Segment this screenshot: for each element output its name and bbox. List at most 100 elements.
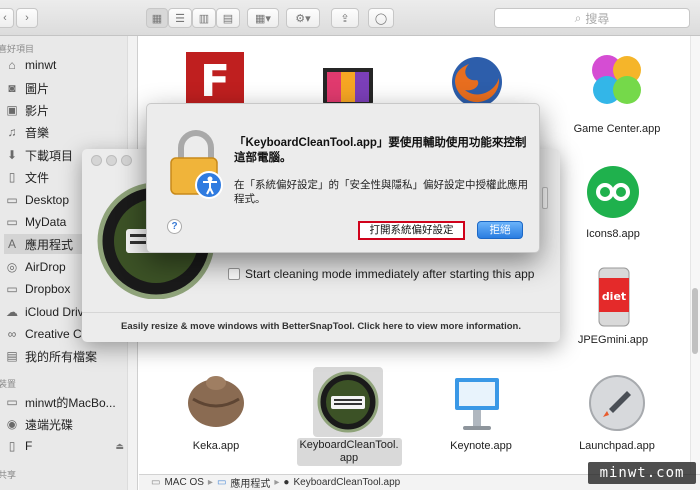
sidebar-item-label: Dropbox [25, 282, 71, 296]
app-label-keyboard-clean: KeyboardCleanTool. [299, 439, 399, 451]
jpegmini-icon[interactable]: diet [595, 264, 633, 330]
path-item-applications[interactable]: 應用程式 [230, 475, 270, 490]
launchpad-icon[interactable] [587, 373, 647, 433]
eject-icon[interactable]: ⏏ [115, 441, 124, 452]
creative-cloud-icon: ∞ [7, 327, 17, 341]
coverflow-view-button[interactable]: ▤ [216, 8, 240, 28]
back-button[interactable]: ‹ [0, 8, 14, 28]
drive-icon: ▯ [8, 439, 16, 453]
sidebar-item-label: minwt [25, 58, 57, 72]
folder-icon: ▭ [6, 193, 18, 207]
icons8-icon[interactable] [585, 164, 641, 220]
sidebar-item-music[interactable]: ♫ 音樂 [4, 122, 128, 142]
auto-clean-checkbox-label: Start cleaning mode immediately after st… [245, 267, 535, 281]
folder-icon: ▭ [216, 477, 227, 488]
sidebar-item-pictures[interactable]: ◙ 圖片 [4, 78, 128, 98]
minimize-button[interactable] [106, 155, 117, 166]
disc-icon: ◉ [6, 417, 18, 431]
film-icon: ▣ [6, 103, 18, 117]
tags-button[interactable]: ◯ [368, 8, 394, 28]
grid-icon: ▦ [151, 12, 163, 25]
path-separator: ▸ [274, 477, 280, 488]
action-button[interactable]: ⚙▾ [286, 8, 320, 28]
game-center-icon[interactable] [585, 48, 649, 110]
list-icon: ☰ [175, 12, 185, 25]
sidebar-item-all-files[interactable]: ▤ 我的所有檔案 [4, 346, 128, 366]
sidebar-item-drive-f[interactable]: ▯ F ⏏ [4, 436, 128, 456]
camera-icon: ◙ [8, 81, 16, 95]
content-scrollbar[interactable] [690, 36, 700, 474]
arrange-button[interactable]: ▦▾ [247, 8, 279, 28]
folder-icon: ▭ [6, 215, 18, 229]
folder-icon: ▭ [6, 282, 18, 296]
close-button[interactable] [91, 155, 102, 166]
sidebar-item-label: 下載項目 [25, 148, 74, 163]
bettersnap-info-link[interactable]: Easily resize & move windows with Better… [82, 312, 560, 342]
sidebar-item-minwt[interactable]: ⌂ minwt [4, 55, 128, 75]
sidebar-item-label: Desktop [25, 193, 70, 207]
search-input[interactable]: ⌕ 搜尋 [494, 8, 690, 28]
chevron-left-icon: ‹ [3, 12, 7, 24]
tag-icon: ◯ [374, 12, 388, 25]
open-system-preferences-button[interactable]: 打開系統偏好設定 [358, 221, 465, 240]
dialog-title: 「KeyboardCleanTool.app」要使用輔助使用功能來控制這部電腦。 [234, 137, 527, 164]
icon-view-button[interactable]: ▦ [146, 8, 168, 28]
app-label-icons8: Icons8.app [586, 228, 640, 240]
sidebar-item-label: iCloud Drive [25, 305, 91, 319]
accessibility-permission-dialog: 「KeyboardCleanTool.app」要使用輔助使用功能來控制這部電腦。… [146, 103, 540, 253]
app-label-launchpad: Launchpad.app [579, 440, 655, 452]
arrange-icon: ▦▾ [255, 12, 271, 25]
laptop-icon: ▭ [6, 395, 18, 409]
sidebar-item-movies[interactable]: ▣ 影片 [4, 100, 128, 120]
app-label-keka: Keka.app [192, 440, 240, 452]
coverflow-icon: ▤ [222, 12, 234, 25]
sidebar-item-label: AirDrop [25, 260, 66, 274]
devices-header: 裝置 [0, 379, 17, 389]
all-files-icon: ▤ [6, 349, 18, 363]
app-label-keynote: Keynote.app [450, 440, 512, 452]
cloud-icon: ☁ [6, 305, 18, 319]
keyboard-clean-icon[interactable] [317, 371, 379, 433]
sidebar-item-label: minwt的MacBo... [25, 395, 116, 410]
search-placeholder: 搜尋 [585, 11, 610, 26]
share-icon: ⇪ [340, 12, 350, 25]
sidebar-item-label: 遠端光碟 [25, 417, 74, 432]
applications-icon: A [7, 237, 16, 251]
keka-icon[interactable] [183, 369, 249, 433]
auto-clean-checkbox[interactable] [228, 268, 240, 280]
zoom-button[interactable] [121, 155, 132, 166]
final-cut-icon[interactable] [317, 50, 377, 108]
help-button[interactable]: ? [167, 219, 182, 234]
accessibility-icon [203, 176, 217, 195]
finder-toolbar: ‹ › ▦ ☰ ▥ ▤ ▦▾ ⚙▾ ⇪ ◯ ⌕ 搜尋 [0, 0, 700, 36]
app-label-keyboard-clean-line2: app [339, 452, 359, 464]
airdrop-icon: ◎ [6, 260, 18, 274]
app-label-jpegmini: JPEGmini.app [577, 334, 649, 346]
column-view-button[interactable]: ▥ [192, 8, 216, 28]
document-icon: ▯ [8, 170, 16, 184]
sidebar-item-label: Creative Cl [25, 327, 85, 341]
path-item-disk[interactable]: MAC OS [164, 477, 203, 488]
download-icon: ⬇ [6, 148, 18, 162]
favorites-header: 喜好項目 [0, 44, 35, 54]
watermark: minwt.com [588, 462, 696, 484]
firefox-icon[interactable] [447, 52, 507, 108]
sidebar-item-label: MyData [25, 215, 67, 229]
forward-button[interactable]: › [16, 8, 38, 28]
path-item-app[interactable]: KeyboardCleanTool.app [293, 477, 400, 488]
filezilla-icon[interactable]: F [184, 50, 246, 108]
deny-button[interactable]: 拒絕 [477, 221, 523, 239]
share-button[interactable]: ⇪ [331, 8, 359, 28]
shared-header: 共享 [0, 470, 17, 480]
sidebar-item-label: 文件 [25, 170, 50, 185]
keynote-icon[interactable] [449, 374, 505, 432]
window-edge-control [542, 187, 548, 209]
app-label-game-center: Game Center.app [573, 123, 661, 135]
content-scroll-thumb[interactable] [692, 288, 698, 354]
list-view-button[interactable]: ☰ [168, 8, 192, 28]
sidebar-item-label: 音樂 [25, 125, 50, 140]
sidebar-item-macbook[interactable]: ▭ minwt的MacBo... [4, 392, 128, 412]
sidebar-item-remote-disc[interactable]: ◉ 遠端光碟 [4, 414, 128, 434]
sidebar-item-label: 我的所有檔案 [25, 349, 98, 364]
columns-icon: ▥ [198, 12, 210, 25]
